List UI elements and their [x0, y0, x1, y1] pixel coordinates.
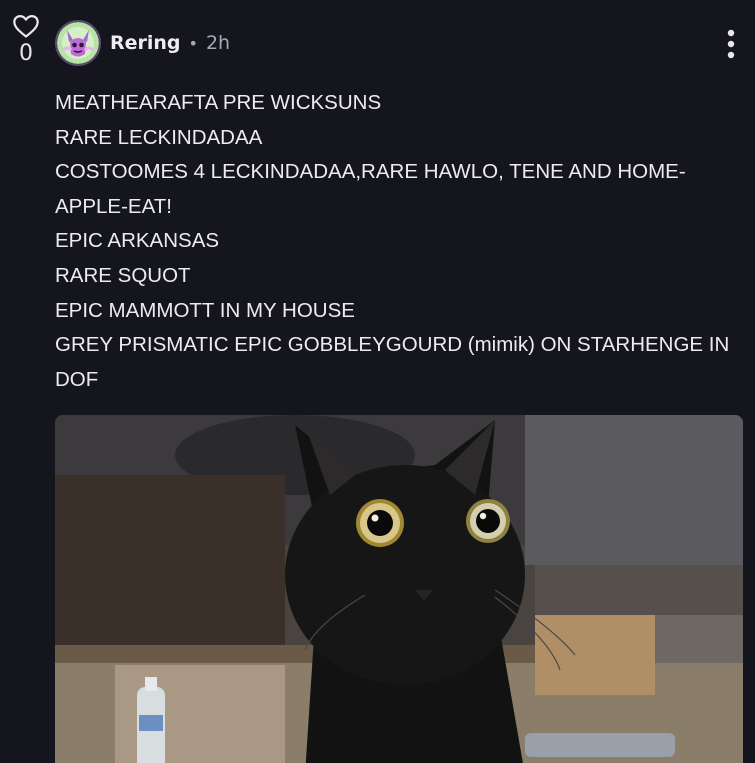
post-line: EPIC ARKANSAS	[55, 229, 220, 253]
post-timestamp: 2h	[205, 32, 231, 54]
post-body: MEATHEARAFTA PRE WICKSUNS RARE LECKINDAD…	[55, 86, 745, 397]
post-line: MEATHEARAFTA PRE WICKSUNS	[55, 91, 382, 114]
post-line: RARE SQUOT	[55, 263, 191, 287]
post-header: Rering • 2h	[55, 18, 230, 68]
post-line: EPIC MAMMOTT IN MY HOUSE	[55, 298, 355, 322]
like-control[interactable]: 0	[8, 12, 44, 66]
post-line: GREY PRISMATIC EPIC GOBBLEYGOURD (mimik)…	[55, 333, 730, 391]
heart-outline-icon[interactable]	[12, 12, 40, 40]
like-count: 0	[19, 41, 33, 66]
meta-separator: •	[188, 33, 198, 53]
avatar[interactable]	[55, 20, 101, 66]
post-line: COSTOOMES 4 LECKINDADAA,RARE HAWLO, TENE…	[55, 160, 686, 218]
author-name[interactable]: Rering	[110, 32, 181, 54]
post-line: RARE LECKINDADAA	[55, 125, 263, 149]
avatar-image	[57, 22, 99, 64]
vertical-ellipsis-icon[interactable]	[720, 28, 742, 60]
post-image[interactable]	[55, 415, 743, 763]
cat-photo	[55, 415, 743, 763]
